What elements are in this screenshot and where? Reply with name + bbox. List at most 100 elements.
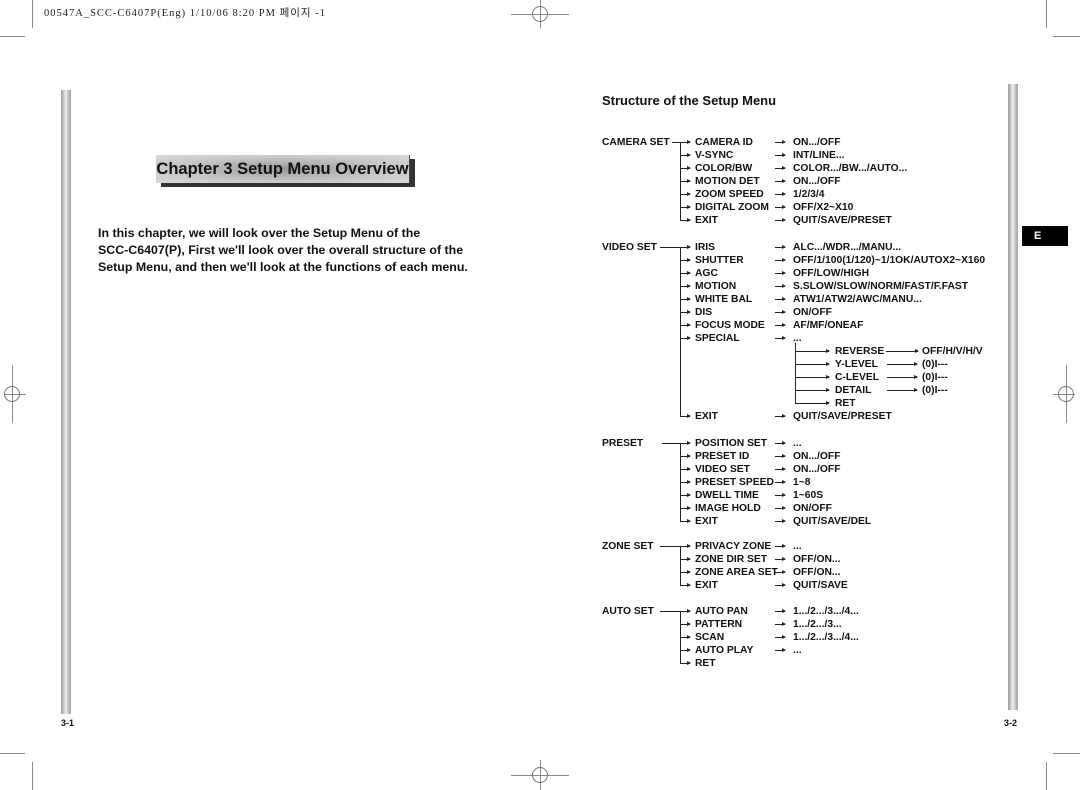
menu-item-value: 1.../2.../3.../4...	[793, 632, 859, 643]
menu-item-label: SHUTTER	[695, 255, 744, 266]
sub-branch-arrow	[795, 401, 830, 405]
value-arrow	[775, 519, 786, 523]
sub-value-arrow	[887, 388, 918, 392]
menu-item-value: INT/LINE...	[793, 150, 845, 161]
special-sub-label: DETAIL	[835, 385, 872, 396]
menu-item-label: ZONE DIR SET	[695, 554, 768, 565]
sub-branch-arrow	[795, 388, 830, 392]
sub-trunk-line	[795, 343, 796, 403]
branch-arrow	[680, 544, 691, 548]
menu-item-label: PRIVACY ZONE	[695, 541, 772, 552]
branch-arrow	[680, 570, 691, 574]
menu-item-value: ...	[793, 541, 802, 552]
value-arrow	[775, 506, 786, 510]
value-arrow	[775, 310, 786, 314]
value-arrow	[775, 153, 786, 157]
menu-item-label: MOTION	[695, 281, 737, 292]
branch-arrow	[680, 271, 691, 275]
value-arrow	[775, 140, 786, 144]
menu-item-value: ON.../OFF	[793, 464, 841, 475]
value-arrow	[775, 583, 786, 587]
value-arrow	[775, 258, 786, 262]
menu-group-label: AUTO SET	[602, 606, 654, 617]
value-arrow	[775, 441, 786, 445]
branch-arrow	[680, 284, 691, 288]
sub-value-arrow	[886, 349, 919, 353]
special-sub-label: C-LEVEL	[835, 372, 880, 383]
menu-item-label: COLOR/BW	[695, 163, 753, 174]
value-arrow	[775, 166, 786, 170]
menu-item-label: IRIS	[695, 242, 716, 253]
branch-arrow	[680, 245, 691, 249]
menu-item-value: S.SLOW/SLOW/NORM/FAST/F.FAST	[793, 281, 969, 292]
branch-arrow	[680, 661, 691, 665]
trunk-line	[680, 443, 681, 522]
menu-item-value: OFF/1/100(1/120)~1/1OK/AUTOX2~X160	[793, 255, 986, 266]
menu-item-label: MOTION DET	[695, 176, 760, 187]
menu-item-label: SCAN	[695, 632, 725, 643]
connector-line	[672, 142, 680, 143]
branch-arrow	[680, 140, 691, 144]
menu-item-label: DWELL TIME	[695, 490, 759, 501]
trunk-line	[680, 546, 681, 586]
menu-item-label: AUTO PLAY	[695, 645, 754, 656]
value-arrow	[775, 205, 786, 209]
branch-arrow	[680, 583, 691, 587]
menu-item-value: QUIT/SAVE	[793, 580, 848, 591]
menu-item-label: VIDEO SET	[695, 464, 750, 475]
menu-item-value: QUIT/SAVE/DEL	[793, 516, 872, 527]
menu-item-value: OFF/ON...	[793, 554, 841, 565]
menu-group-label: CAMERA SET	[602, 137, 670, 148]
menu-item-label: ZONE AREA SET	[695, 567, 778, 578]
sub-branch-arrow	[795, 349, 830, 353]
menu-item-value: 1.../2.../3.../4...	[793, 606, 859, 617]
menu-item-value: OFF/ON...	[793, 567, 841, 578]
branch-arrow	[680, 441, 691, 445]
value-arrow	[775, 245, 786, 249]
value-arrow	[775, 336, 786, 340]
menu-item-label: PATTERN	[695, 619, 743, 630]
value-arrow	[775, 271, 786, 275]
special-sub-value: (0)I---	[922, 359, 948, 370]
sub-value-arrow	[887, 362, 918, 366]
menu-item-label: PRESET SPEED	[695, 477, 774, 488]
value-arrow	[775, 635, 786, 639]
branch-arrow	[680, 506, 691, 510]
menu-item-label: DIGITAL ZOOM	[695, 202, 769, 213]
branch-arrow	[680, 153, 691, 157]
value-arrow	[775, 218, 786, 222]
menu-group-label: PRESET	[602, 438, 644, 449]
special-sub-label: REVERSE	[835, 346, 885, 357]
menu-item-value: OFF/X2~X10	[793, 202, 854, 213]
value-arrow	[775, 544, 786, 548]
sub-value-arrow	[887, 375, 918, 379]
value-arrow	[775, 570, 786, 574]
value-arrow	[775, 622, 786, 626]
value-arrow	[775, 480, 786, 484]
menu-item-value: ...	[793, 645, 802, 656]
menu-item-value: ON.../OFF	[793, 137, 841, 148]
branch-arrow	[680, 467, 691, 471]
trunk-line	[680, 247, 681, 417]
value-arrow	[775, 179, 786, 183]
menu-item-value: 1~60S	[793, 490, 824, 501]
value-arrow	[775, 557, 786, 561]
menu-item-value: ON.../OFF	[793, 176, 841, 187]
branch-arrow	[680, 323, 691, 327]
menu-item-label: PRESET ID	[695, 451, 750, 462]
menu-item-label: AUTO PAN	[695, 606, 748, 617]
branch-arrow	[680, 310, 691, 314]
menu-item-value: QUIT/SAVE/PRESET	[793, 215, 892, 226]
special-sub-value: (0)I---	[922, 372, 948, 383]
value-arrow	[775, 192, 786, 196]
menu-item-label: EXIT	[695, 516, 718, 527]
menu-item-value: ON/OFF	[793, 503, 832, 514]
special-sub-label: RET	[835, 398, 856, 409]
menu-item-value: AF/MF/ONEAF	[793, 320, 864, 331]
connector-line	[660, 546, 680, 547]
menu-item-value: QUIT/SAVE/PRESET	[793, 411, 892, 422]
menu-item-label: IMAGE HOLD	[695, 503, 761, 514]
menu-item-value: 1~8	[793, 477, 811, 488]
branch-arrow	[680, 258, 691, 262]
value-arrow	[775, 297, 786, 301]
